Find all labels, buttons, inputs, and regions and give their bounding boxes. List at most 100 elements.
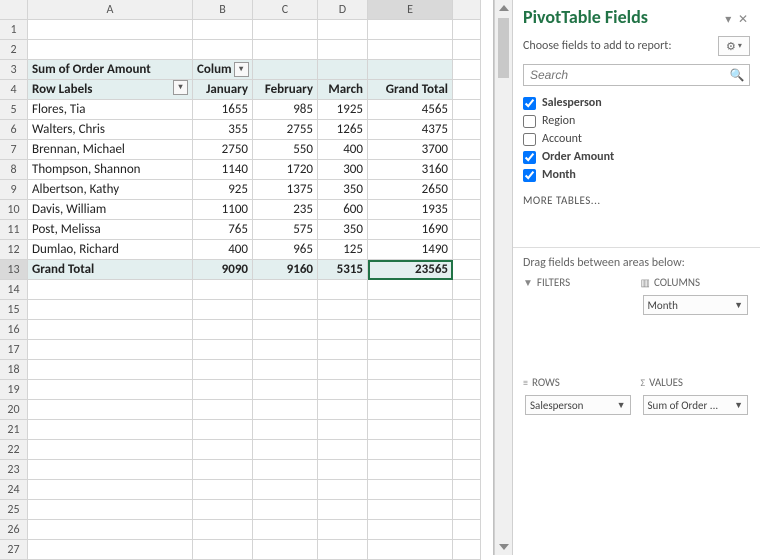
cell-C24[interactable] — [253, 480, 318, 500]
cell-extra-5[interactable] — [453, 100, 481, 120]
rows-area[interactable]: ≡ROWS Salesperson▼ — [523, 376, 633, 466]
cell-D13[interactable]: 5315 — [318, 260, 368, 280]
cell-C22[interactable] — [253, 440, 318, 460]
cell-E23[interactable] — [368, 460, 453, 480]
cell-D4[interactable]: March — [318, 80, 368, 100]
cell-E10[interactable]: 1935 — [368, 200, 453, 220]
cell-A6[interactable]: Walters, Chris — [28, 120, 193, 140]
field-item-account[interactable]: Account — [523, 130, 750, 148]
cell-E1[interactable] — [368, 20, 453, 40]
cell-extra-9[interactable] — [453, 180, 481, 200]
field-chip[interactable]: Salesperson▼ — [525, 395, 631, 415]
cell-A7[interactable]: Brennan, Michael — [28, 140, 193, 160]
cell-D24[interactable] — [318, 480, 368, 500]
cell-B19[interactable] — [193, 380, 253, 400]
cell-C5[interactable]: 985 — [253, 100, 318, 120]
cell-B22[interactable] — [193, 440, 253, 460]
cell-A2[interactable] — [28, 40, 193, 60]
search-icon[interactable]: 🔍 — [725, 65, 749, 85]
cell-extra-17[interactable] — [453, 340, 481, 360]
cell-C6[interactable]: 2755 — [253, 120, 318, 140]
cell-A1[interactable] — [28, 20, 193, 40]
scroll-thumb[interactable] — [498, 18, 509, 78]
cell-E27[interactable] — [368, 540, 453, 560]
cell-E6[interactable]: 4375 — [368, 120, 453, 140]
cell-D6[interactable]: 1265 — [318, 120, 368, 140]
row-header-5[interactable]: 5 — [0, 100, 28, 120]
cell-extra-13[interactable] — [453, 260, 481, 280]
cell-extra-8[interactable] — [453, 160, 481, 180]
col-header-A[interactable]: A — [28, 0, 193, 20]
cell-B10[interactable]: 1100 — [193, 200, 253, 220]
select-all-corner[interactable] — [0, 0, 28, 20]
cell-C10[interactable]: 235 — [253, 200, 318, 220]
cell-D9[interactable]: 350 — [318, 180, 368, 200]
field-item-order-amount[interactable]: Order Amount — [523, 148, 750, 166]
cell-C4[interactable]: February — [253, 80, 318, 100]
cell-B5[interactable]: 1655 — [193, 100, 253, 120]
cell-extra-12[interactable] — [453, 240, 481, 260]
cell-A25[interactable] — [28, 500, 193, 520]
col-header-extra[interactable] — [453, 0, 481, 20]
cell-E22[interactable] — [368, 440, 453, 460]
col-header-E[interactable]: E — [368, 0, 453, 20]
cell-C9[interactable]: 1375 — [253, 180, 318, 200]
cell-B15[interactable] — [193, 300, 253, 320]
row-header-24[interactable]: 24 — [0, 480, 28, 500]
cell-A23[interactable] — [28, 460, 193, 480]
cell-E26[interactable] — [368, 520, 453, 540]
cell-extra-26[interactable] — [453, 520, 481, 540]
cell-D8[interactable]: 300 — [318, 160, 368, 180]
row-header-18[interactable]: 18 — [0, 360, 28, 380]
cell-E17[interactable] — [368, 340, 453, 360]
cell-C26[interactable] — [253, 520, 318, 540]
cell-D17[interactable] — [318, 340, 368, 360]
cell-E12[interactable]: 1490 — [368, 240, 453, 260]
cell-extra-18[interactable] — [453, 360, 481, 380]
cell-B12[interactable]: 400 — [193, 240, 253, 260]
cell-C20[interactable] — [253, 400, 318, 420]
cell-C27[interactable] — [253, 540, 318, 560]
cell-D20[interactable] — [318, 400, 368, 420]
field-checkbox[interactable] — [523, 97, 536, 110]
col-header-C[interactable]: C — [253, 0, 318, 20]
row-header-17[interactable]: 17 — [0, 340, 28, 360]
chevron-down-icon[interactable]: ▼ — [617, 400, 626, 411]
cell-C25[interactable] — [253, 500, 318, 520]
cell-B14[interactable] — [193, 280, 253, 300]
cell-C2[interactable] — [253, 40, 318, 60]
cell-A11[interactable]: Post, Melissa — [28, 220, 193, 240]
cell-C3[interactable] — [253, 60, 318, 80]
field-item-region[interactable]: Region — [523, 112, 750, 130]
row-header-23[interactable]: 23 — [0, 460, 28, 480]
cell-E11[interactable]: 1690 — [368, 220, 453, 240]
spreadsheet-grid[interactable]: ABCDE 123Sum of Order AmountColum▾4Row L… — [0, 0, 494, 555]
cell-E2[interactable] — [368, 40, 453, 60]
cell-A19[interactable] — [28, 380, 193, 400]
cell-A21[interactable] — [28, 420, 193, 440]
cell-C17[interactable] — [253, 340, 318, 360]
cell-D11[interactable]: 350 — [318, 220, 368, 240]
vertical-scrollbar[interactable] — [494, 0, 512, 555]
pane-window-controls[interactable]: ▾ ✕ — [725, 12, 750, 27]
cell-extra-16[interactable] — [453, 320, 481, 340]
cell-A8[interactable]: Thompson, Shannon — [28, 160, 193, 180]
cell-A12[interactable]: Dumlao, Richard — [28, 240, 193, 260]
cell-A14[interactable] — [28, 280, 193, 300]
cell-E3[interactable] — [368, 60, 453, 80]
cell-E7[interactable]: 3700 — [368, 140, 453, 160]
cell-E16[interactable] — [368, 320, 453, 340]
cell-extra-24[interactable] — [453, 480, 481, 500]
row-header-21[interactable]: 21 — [0, 420, 28, 440]
cell-D14[interactable] — [318, 280, 368, 300]
cell-extra-3[interactable] — [453, 60, 481, 80]
cell-E24[interactable] — [368, 480, 453, 500]
cell-C11[interactable]: 575 — [253, 220, 318, 240]
layout-options-button[interactable]: ⚙ ▾ — [718, 36, 750, 56]
row-header-9[interactable]: 9 — [0, 180, 28, 200]
cell-C21[interactable] — [253, 420, 318, 440]
cell-A24[interactable] — [28, 480, 193, 500]
field-item-salesperson[interactable]: Salesperson — [523, 94, 750, 112]
row-header-11[interactable]: 11 — [0, 220, 28, 240]
row-header-10[interactable]: 10 — [0, 200, 28, 220]
